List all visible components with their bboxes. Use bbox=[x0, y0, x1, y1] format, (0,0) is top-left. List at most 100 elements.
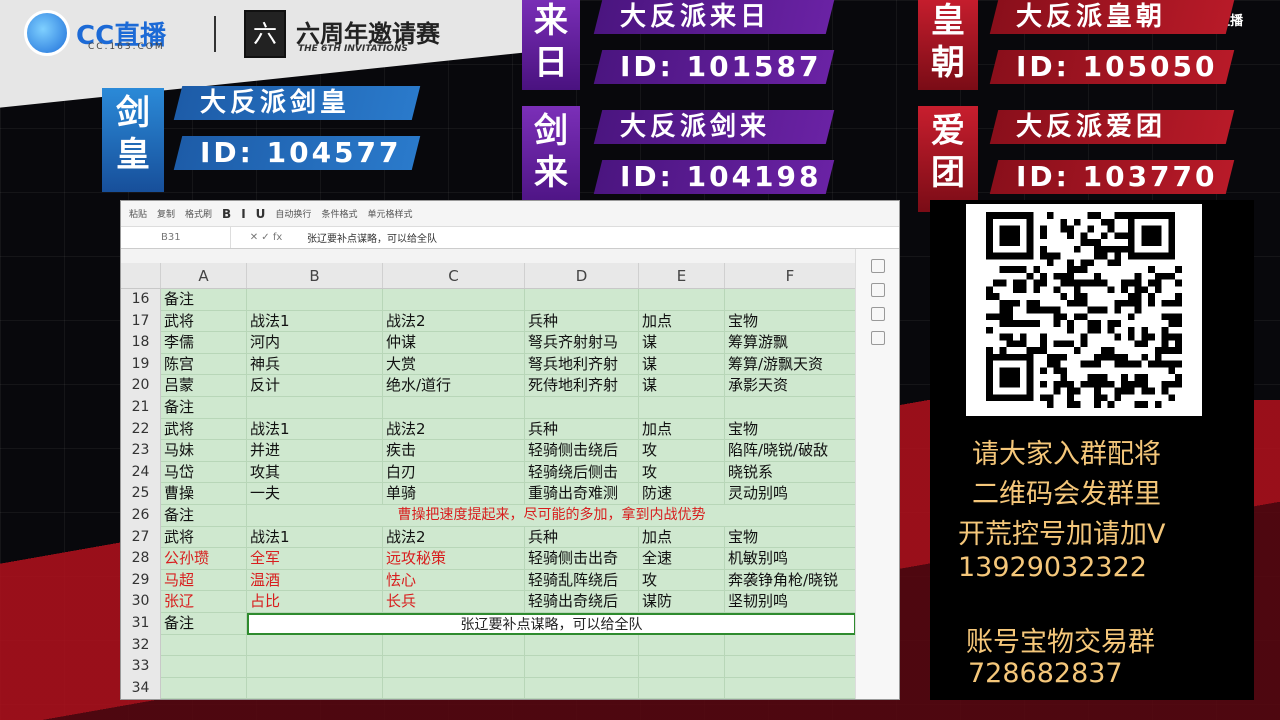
toolbar-button[interactable]: 粘贴 bbox=[129, 207, 147, 220]
selected-merged-cell[interactable]: 张辽要补点谋略，可以给全队 bbox=[247, 612, 856, 635]
cell[interactable]: 谋 bbox=[639, 353, 725, 376]
cell[interactable] bbox=[247, 656, 383, 678]
cell[interactable]: 防速 bbox=[639, 483, 725, 505]
row-number[interactable]: 31 bbox=[121, 612, 161, 635]
cell[interactable]: 陈宫 bbox=[161, 353, 247, 376]
cell[interactable] bbox=[383, 656, 525, 678]
merged-note-cell[interactable]: 曹操把速度提起来，尽可能的多加，拿到内战优势 bbox=[247, 504, 856, 527]
cell[interactable]: 白刃 bbox=[383, 461, 525, 484]
row-number[interactable]: 18 bbox=[121, 332, 161, 354]
cell[interactable] bbox=[247, 634, 383, 657]
toolbar-button[interactable]: B bbox=[222, 207, 231, 221]
cell[interactable]: 攻 bbox=[639, 440, 725, 462]
cell[interactable] bbox=[525, 396, 639, 419]
cell[interactable]: 宝物 bbox=[725, 310, 856, 333]
cell[interactable] bbox=[639, 396, 725, 419]
cell[interactable]: 兵种 bbox=[525, 418, 639, 441]
cell[interactable]: 武将 bbox=[161, 526, 247, 549]
cell[interactable]: 弩兵齐射射马 bbox=[525, 332, 639, 354]
row-number[interactable]: 29 bbox=[121, 569, 161, 592]
cell[interactable] bbox=[725, 656, 856, 678]
cell[interactable]: 备注 bbox=[161, 612, 247, 635]
cell[interactable]: 备注 bbox=[161, 289, 247, 311]
formula-input[interactable]: 张辽要补点谋略，可以给全队 bbox=[301, 230, 437, 245]
cell[interactable]: 坚韧别鸣 bbox=[725, 591, 856, 613]
toolbar-button[interactable]: 复制 bbox=[157, 207, 175, 220]
cell[interactable] bbox=[383, 634, 525, 657]
cell[interactable]: 全速 bbox=[639, 548, 725, 570]
cell[interactable] bbox=[525, 289, 639, 311]
cell[interactable]: 战法2 bbox=[383, 526, 525, 549]
column-header[interactable]: E bbox=[639, 263, 725, 288]
cell[interactable]: 加点 bbox=[639, 310, 725, 333]
cell[interactable] bbox=[525, 656, 639, 678]
cell[interactable] bbox=[639, 656, 725, 678]
cell[interactable]: 马妹 bbox=[161, 440, 247, 462]
cell[interactable] bbox=[383, 677, 525, 699]
cell[interactable]: 武将 bbox=[161, 310, 247, 333]
column-header[interactable]: B bbox=[247, 263, 383, 288]
cell[interactable]: 宝物 bbox=[725, 526, 856, 549]
cell[interactable]: 占比 bbox=[247, 591, 383, 613]
cell[interactable]: 攻 bbox=[639, 569, 725, 592]
cell[interactable] bbox=[247, 677, 383, 699]
cell[interactable]: 温酒 bbox=[247, 569, 383, 592]
cell[interactable]: 一夫 bbox=[247, 483, 383, 505]
cell[interactable]: 曹操 bbox=[161, 483, 247, 505]
cell[interactable]: 灵动别鸣 bbox=[725, 483, 856, 505]
row-number[interactable]: 25 bbox=[121, 483, 161, 505]
cell[interactable]: 宝物 bbox=[725, 418, 856, 441]
cell[interactable]: 轻骑出奇绕后 bbox=[525, 591, 639, 613]
toolbar-button[interactable]: 格式刷 bbox=[185, 207, 212, 220]
cell[interactable] bbox=[725, 396, 856, 419]
cell[interactable] bbox=[639, 289, 725, 311]
row-number[interactable]: 33 bbox=[121, 656, 161, 678]
backup-icon[interactable] bbox=[870, 331, 885, 345]
cell[interactable]: 并进 bbox=[247, 440, 383, 462]
cell[interactable]: 怯心 bbox=[383, 569, 525, 592]
cell[interactable]: 张辽 bbox=[161, 591, 247, 613]
cell[interactable]: 加点 bbox=[639, 418, 725, 441]
cell[interactable]: 奔袭铮角枪/晓锐 bbox=[725, 569, 856, 592]
cell[interactable]: 全军 bbox=[247, 548, 383, 570]
cell[interactable]: 晓锐系 bbox=[725, 461, 856, 484]
cell[interactable]: 备注 bbox=[161, 504, 247, 527]
row-number[interactable]: 16 bbox=[121, 289, 161, 311]
row-number[interactable]: 26 bbox=[121, 504, 161, 527]
cell[interactable]: 重骑出奇难测 bbox=[525, 483, 639, 505]
cell[interactable]: 公孙瓒 bbox=[161, 548, 247, 570]
cell[interactable]: 长兵 bbox=[383, 591, 525, 613]
cell[interactable]: 谋防 bbox=[639, 591, 725, 613]
cell[interactable] bbox=[639, 677, 725, 699]
cell[interactable]: 大赏 bbox=[383, 353, 525, 376]
cell[interactable]: 吕蒙 bbox=[161, 375, 247, 397]
column-header[interactable]: F bbox=[725, 263, 856, 288]
cell[interactable] bbox=[525, 677, 639, 699]
cell[interactable]: 筹算/游飘天资 bbox=[725, 353, 856, 376]
toolbar-button[interactable]: 条件格式 bbox=[321, 207, 357, 220]
row-number[interactable]: 24 bbox=[121, 461, 161, 484]
cell[interactable]: 单骑 bbox=[383, 483, 525, 505]
cell[interactable]: 攻 bbox=[639, 461, 725, 484]
cell[interactable]: 攻其 bbox=[247, 461, 383, 484]
select-all-corner[interactable] bbox=[121, 263, 161, 288]
cell[interactable]: 筹算游飘 bbox=[725, 332, 856, 354]
cell[interactable]: 弩兵地利齐射 bbox=[525, 353, 639, 376]
row-number[interactable]: 28 bbox=[121, 548, 161, 570]
cell[interactable]: 战法1 bbox=[247, 418, 383, 441]
cell[interactable]: 陷阵/晓锐/破敌 bbox=[725, 440, 856, 462]
cell[interactable]: 兵种 bbox=[525, 310, 639, 333]
cell[interactable] bbox=[725, 289, 856, 311]
cell[interactable]: 轻骑乱阵绕后 bbox=[525, 569, 639, 592]
cell[interactable] bbox=[247, 396, 383, 419]
row-number[interactable]: 21 bbox=[121, 396, 161, 419]
cell[interactable]: 绝水/道行 bbox=[383, 375, 525, 397]
cell[interactable]: 神兵 bbox=[247, 353, 383, 376]
cell[interactable]: 轻骑绕后侧击 bbox=[525, 461, 639, 484]
cell[interactable]: 轻骑侧击绕后 bbox=[525, 440, 639, 462]
cell[interactable]: 远攻秘策 bbox=[383, 548, 525, 570]
cell[interactable]: 马超 bbox=[161, 569, 247, 592]
cell[interactable]: 战法2 bbox=[383, 418, 525, 441]
cell[interactable] bbox=[161, 677, 247, 699]
cell[interactable]: 谋 bbox=[639, 375, 725, 397]
